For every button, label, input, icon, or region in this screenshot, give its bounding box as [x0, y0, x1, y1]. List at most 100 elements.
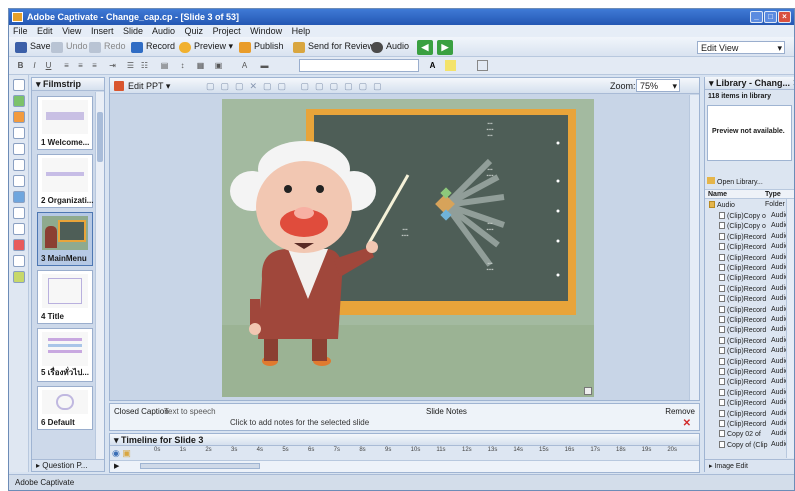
- bullets-icon[interactable]: ☰: [125, 60, 136, 71]
- library-item[interactable]: (Clip)Record Audio: [719, 274, 789, 284]
- library-item[interactable]: (Clip)Record Audio: [719, 316, 789, 326]
- library-item[interactable]: (Clip)Record Audio: [719, 253, 789, 264]
- menu-insert[interactable]: Insert: [91, 26, 114, 36]
- open-library-button[interactable]: Open Library...: [707, 177, 763, 186]
- redo-button[interactable]: Redo: [87, 40, 129, 55]
- align-center-icon[interactable]: ≡: [75, 60, 86, 71]
- remove-note-icon[interactable]: ✕: [683, 418, 691, 429]
- font-color-icon[interactable]: A: [239, 60, 250, 71]
- play-icon[interactable]: ▶: [114, 462, 119, 470]
- menu-audio[interactable]: Audio: [152, 26, 175, 36]
- indent-icon[interactable]: ⇥: [107, 60, 118, 71]
- notes-placeholder[interactable]: Click to add notes for the selected slid…: [230, 418, 369, 427]
- align-right-icon[interactable]: ≡: [89, 60, 100, 71]
- library-folder-audio[interactable]: Audio Folder: [709, 201, 785, 211]
- highlight-tool-icon[interactable]: [13, 159, 25, 171]
- text-entry-tool-icon[interactable]: [13, 207, 25, 219]
- highlight-icon[interactable]: ▬: [259, 60, 270, 71]
- maximize-button[interactable]: □: [764, 11, 777, 23]
- timeline-scroll[interactable]: [140, 463, 260, 469]
- text-wrap-icon[interactable]: ▤: [159, 60, 170, 71]
- align-left-icon[interactable]: ≡: [61, 60, 72, 71]
- menu-project[interactable]: Project: [213, 26, 241, 36]
- library-item[interactable]: (Clip)Record Audio: [719, 378, 789, 388]
- resize-handle[interactable]: [584, 387, 592, 395]
- undo-button[interactable]: Undo: [49, 40, 91, 55]
- lock-icon[interactable]: ▣: [122, 448, 131, 458]
- library-item[interactable]: (Clip)Record Audio: [719, 409, 789, 420]
- view-select[interactable]: Edit View ▾: [697, 41, 785, 54]
- text-to-speech-label[interactable]: Text to speech: [164, 407, 216, 416]
- previous-slide-button[interactable]: ◀: [417, 40, 433, 55]
- library-item[interactable]: (Clip)Record Audio: [719, 264, 789, 274]
- close-icon[interactable]: ✕: [793, 78, 794, 88]
- library-item[interactable]: (Clip)Record Audio: [719, 399, 789, 409]
- rollover-tool-icon[interactable]: [13, 111, 25, 123]
- library-item[interactable]: (Clip)Copy o Audio: [719, 212, 789, 222]
- border-icon[interactable]: [477, 60, 488, 71]
- library-item[interactable]: (Clip)Record Audio: [719, 347, 789, 357]
- image-edit-panel[interactable]: ▸ Image Edit: [705, 459, 794, 472]
- library-item[interactable]: (Clip)Record Audio: [719, 284, 789, 295]
- save-button[interactable]: Save: [13, 40, 54, 55]
- timeline-header[interactable]: ▾ Timeline for Slide 3: [110, 434, 699, 446]
- column-name[interactable]: Name: [708, 191, 727, 198]
- pointer-tool-icon[interactable]: [13, 127, 25, 139]
- column-type[interactable]: Type: [765, 191, 781, 198]
- preview-button[interactable]: Preview ▾: [177, 40, 236, 55]
- send-for-review-button[interactable]: Send for Review: [291, 40, 377, 55]
- italic-icon[interactable]: I: [29, 60, 40, 71]
- slide-thumb-2[interactable]: 2 Organizati...: [37, 154, 93, 208]
- filmstrip-footer[interactable]: ▸ Question P...: [32, 459, 104, 471]
- click-box-tool-icon[interactable]: [13, 175, 25, 187]
- menu-help[interactable]: Help: [292, 26, 311, 36]
- next-slide-button[interactable]: ▶: [437, 40, 453, 55]
- slide-thumb-3[interactable]: 3 MainMenu: [37, 212, 93, 266]
- text-color-icon[interactable]: A: [427, 60, 438, 71]
- menu-quiz[interactable]: Quiz: [185, 26, 204, 36]
- bold-icon[interactable]: B: [15, 60, 26, 71]
- line-tool-icon[interactable]: [13, 255, 25, 267]
- slide-thumb-4[interactable]: 4 Title: [37, 270, 93, 324]
- edit-ppt-button[interactable]: Edit PPT ▾: [128, 81, 170, 92]
- minimize-button[interactable]: _: [750, 11, 763, 23]
- library-item[interactable]: Copy of (Clip Audio: [719, 440, 789, 451]
- slide-thumb-1[interactable]: 1 Welcome...: [37, 96, 93, 150]
- object-toolbar[interactable]: ▢▢▢✕▢▢ ▢▢▢▢▢▢: [206, 81, 388, 92]
- menu-window[interactable]: Window: [250, 26, 282, 36]
- editor-scrollbar[interactable]: [689, 95, 699, 400]
- audio-button[interactable]: Audio: [369, 40, 412, 55]
- record-button[interactable]: Record: [129, 40, 178, 55]
- zoom-tool-icon[interactable]: [13, 143, 25, 155]
- close-button[interactable]: ×: [778, 11, 791, 23]
- menu-edit[interactable]: Edit: [37, 26, 53, 36]
- library-item[interactable]: (Clip)Record Audio: [719, 336, 789, 347]
- publish-button[interactable]: Publish: [237, 40, 287, 55]
- library-item[interactable]: (Clip)Copy o Audio: [719, 222, 789, 232]
- library-item[interactable]: (Clip)Record Audio: [719, 368, 789, 378]
- caption-tool-icon[interactable]: [13, 95, 25, 107]
- eye-icon[interactable]: ◉: [112, 448, 120, 458]
- library-scrollbar[interactable]: [786, 199, 794, 458]
- select-tool-icon[interactable]: [13, 79, 25, 91]
- library-item[interactable]: (Clip)Record Audio: [719, 295, 789, 305]
- font-select[interactable]: [299, 59, 419, 72]
- line-spacing-icon[interactable]: ↕: [177, 60, 188, 71]
- menu-view[interactable]: View: [62, 26, 81, 36]
- library-item[interactable]: (Clip)Record Audio: [719, 357, 789, 368]
- shape-tool-icon[interactable]: [13, 271, 25, 283]
- fill-color-icon[interactable]: [445, 60, 456, 71]
- menu-slide[interactable]: Slide: [123, 26, 143, 36]
- slide-thumb-6[interactable]: 6 Default: [37, 386, 93, 430]
- library-item[interactable]: Copy 02 of Audio: [719, 430, 789, 440]
- slide-canvas[interactable]: ▪▪▪ ▪▪▪▪ ▪▪▪ ▪▪▪ ▪▪▪▪ ▪▪▪ ▪▪▪▪ ▪▪▪ ▪▪▪▪ ▪▪▪ ▪▪…: [222, 99, 594, 397]
- slide-thumb-5[interactable]: 5 เรื่องทั่วไป...: [37, 328, 93, 382]
- zoom-select[interactable]: 75% ▾: [636, 79, 680, 92]
- library-item[interactable]: (Clip)Record Audio: [719, 232, 789, 243]
- button-tool-icon[interactable]: [13, 191, 25, 203]
- underline-icon[interactable]: U: [43, 60, 54, 71]
- library-item[interactable]: (Clip)Record Audio: [719, 420, 789, 430]
- image-tool-icon[interactable]: [13, 223, 25, 235]
- numbering-icon[interactable]: ☷: [139, 60, 150, 71]
- animation-tool-icon[interactable]: [13, 239, 25, 251]
